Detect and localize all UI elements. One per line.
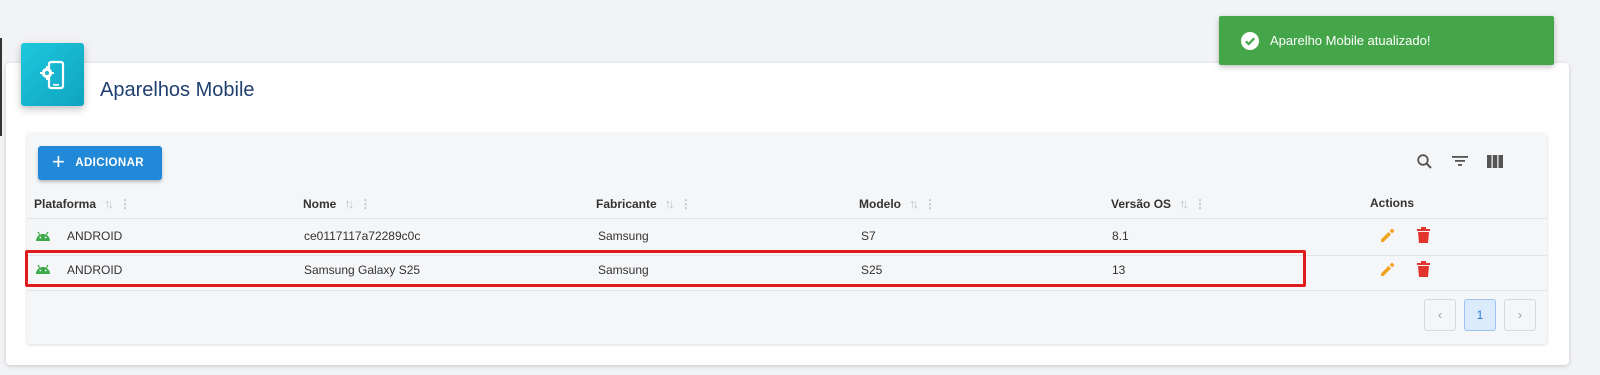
column-header-actions: Actions [1370,196,1414,210]
prev-page-button[interactable]: ‹ [1424,299,1456,331]
sort-icon[interactable]: ↑↓ [665,196,675,211]
column-header-plataforma[interactable]: Plataforma ↑↓ ⋮ [34,196,131,211]
delete-icon[interactable] [1417,261,1430,277]
column-header-label: Modelo [859,196,901,211]
plus-icon: + [52,149,66,174]
sort-icon[interactable]: ↑↓ [1179,196,1189,211]
delete-icon[interactable] [1417,227,1430,243]
page-number: 1 [1476,308,1484,322]
column-header-modelo[interactable]: Modelo ↑↓ ⋮ [859,196,936,211]
columns-icon[interactable] [1485,151,1505,171]
cell-name: ce0117117a72289c0c [304,229,421,243]
toast-message: Aparelho Mobile atualizado! [1270,33,1431,48]
sort-icon[interactable]: ↑↓ [909,196,919,211]
column-header-label: Actions [1370,196,1415,210]
check-circle-icon [1241,31,1259,50]
edit-icon[interactable] [1380,262,1395,277]
android-icon [36,231,50,241]
cell-manufacturer: Samsung [598,229,649,243]
row-highlight [25,250,1306,287]
cell-platform: ANDROID [67,229,123,243]
column-header-label: Plataforma [34,196,97,211]
column-menu-icon[interactable]: ⋮ [359,197,371,211]
next-page-button[interactable]: › [1504,299,1536,331]
column-menu-icon[interactable]: ⋮ [119,197,131,211]
sort-icon[interactable]: ↑↓ [104,196,114,211]
column-header-versao-os[interactable]: Versão OS ↑↓ ⋮ [1111,196,1206,211]
column-header-label: Versão OS [1111,196,1172,211]
column-menu-icon[interactable]: ⋮ [680,197,692,211]
chevron-right-icon: › [1518,308,1522,322]
cell-os-version: 8.1 [1112,229,1129,243]
add-button-label: ADICIONAR [75,157,145,169]
filter-icon[interactable] [1450,151,1470,171]
toast-notification[interactable]: Aparelho Mobile atualizado! [1219,16,1554,65]
column-menu-icon[interactable]: ⋮ [1194,197,1206,211]
column-header-label: Fabricante [596,196,657,211]
add-button[interactable]: + ADICIONAR [38,146,162,180]
column-header-nome[interactable]: Nome ↑↓ ⋮ [303,196,371,211]
page-title: Aparelhos Mobile [100,79,255,101]
column-menu-icon[interactable]: ⋮ [924,197,936,211]
column-header-fabricante[interactable]: Fabricante ↑↓ ⋮ [596,196,692,211]
cell-model: S7 [861,229,876,243]
edit-icon[interactable] [1380,228,1395,243]
sort-icon[interactable]: ↑↓ [344,196,354,211]
page-button-1[interactable]: 1 [1464,299,1496,331]
chevron-left-icon: ‹ [1438,308,1442,322]
window-edge [0,38,2,136]
search-icon[interactable] [1414,151,1434,171]
mobile-settings-icon [21,43,84,106]
column-header-label: Nome [303,196,337,211]
